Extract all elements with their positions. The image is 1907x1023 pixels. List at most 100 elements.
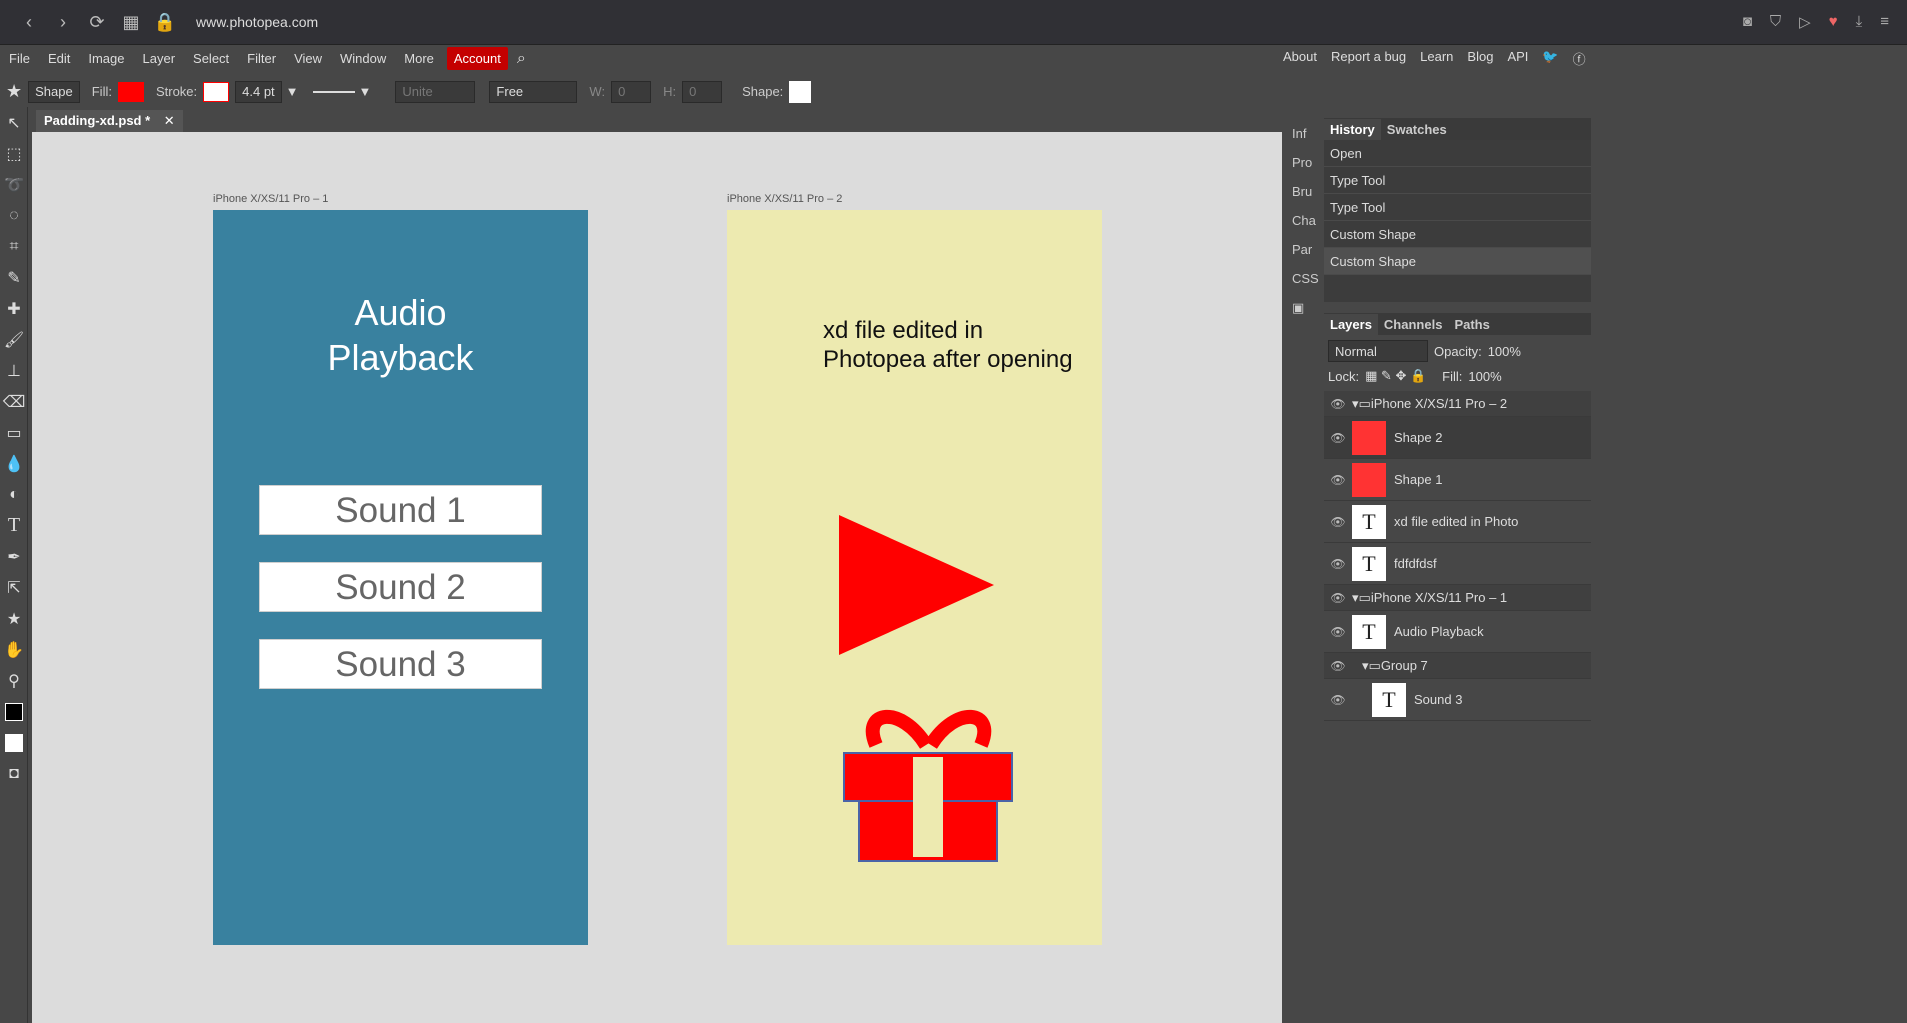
zoom-tool-icon[interactable]: ⚲	[0, 665, 28, 696]
menu-filter[interactable]: Filter	[238, 51, 285, 66]
stamp-tool-icon[interactable]: ⊥	[0, 355, 28, 386]
lasso-tool-icon[interactable]: ➰	[0, 169, 28, 200]
search-icon[interactable]: ⌕	[508, 50, 535, 68]
eye-icon[interactable]: 👁	[1324, 693, 1352, 707]
combine-select[interactable]: Unite	[395, 80, 476, 103]
menu-file[interactable]: File	[0, 51, 39, 66]
eye-icon[interactable]: 👁	[1324, 515, 1352, 529]
side-properties[interactable]: Pro	[1284, 148, 1324, 177]
tab-channels[interactable]: Channels	[1378, 314, 1449, 335]
layer-row[interactable]: 👁 Shape 2	[1324, 417, 1591, 459]
path-select-tool-icon[interactable]: ⇱	[0, 572, 28, 603]
account-button[interactable]: Account	[446, 47, 508, 70]
size-mode-select[interactable]: Free	[489, 80, 578, 103]
menu-image[interactable]: Image	[79, 51, 133, 66]
menu-select[interactable]: Select	[184, 51, 238, 66]
link-about[interactable]: About	[1283, 49, 1317, 68]
menu-edit[interactable]: Edit	[39, 51, 79, 66]
eyedropper-tool-icon[interactable]: ✎	[0, 262, 28, 293]
pen-tool-icon[interactable]: ✒	[0, 541, 28, 572]
shape-picker[interactable]	[789, 80, 812, 103]
shape-mode-select[interactable]: Shape	[28, 80, 80, 103]
tab-swatches[interactable]: Swatches	[1381, 119, 1453, 140]
eye-icon[interactable]: 👁	[1324, 591, 1352, 605]
side-character[interactable]: Cha	[1284, 206, 1324, 235]
type-tool-icon[interactable]: T	[0, 510, 28, 541]
tab-history[interactable]: History	[1324, 118, 1381, 140]
layer-group[interactable]: 👁 ▾▭ iPhone X/XS/11 Pro – 2	[1324, 391, 1591, 417]
apps-icon[interactable]: ▦	[114, 12, 148, 33]
eye-icon[interactable]: 👁	[1324, 473, 1352, 487]
image-icon[interactable]: ▣	[1284, 293, 1324, 322]
layer-row[interactable]: 👁 Tfdfdfdsf	[1324, 543, 1591, 585]
layer-row[interactable]: 👁 T Sound 3	[1324, 679, 1591, 721]
stroke-swatch[interactable]	[203, 81, 230, 102]
side-brush[interactable]: Bru	[1284, 177, 1324, 206]
fill-input[interactable]: 100%	[1468, 369, 1501, 384]
eye-icon[interactable]: 👁	[1324, 397, 1352, 411]
layer-group[interactable]: 👁 ▾▭ Group 7	[1324, 653, 1591, 679]
height-input[interactable]: 0	[682, 80, 723, 103]
eye-icon[interactable]: 👁	[1324, 431, 1352, 445]
hand-tool-icon[interactable]: ✋	[0, 634, 28, 665]
menu-window[interactable]: Window	[331, 51, 395, 66]
facebook-icon[interactable]: ⓕ	[1573, 49, 1586, 68]
camera-icon[interactable]: ◙	[1743, 13, 1752, 31]
shield-icon[interactable]: ⛉	[1770, 13, 1781, 31]
link-learn[interactable]: Learn	[1420, 49, 1453, 68]
marquee-tool-icon[interactable]: ⬚	[0, 138, 28, 169]
history-item[interactable]: Open	[1324, 140, 1591, 167]
link-blog[interactable]: Blog	[1467, 49, 1493, 68]
menu-more[interactable]: More	[395, 51, 443, 66]
blend-mode-select[interactable]: Normal	[1328, 340, 1428, 362]
history-item[interactable]: Custom Shape	[1324, 248, 1591, 275]
download-icon[interactable]: ⤓	[1856, 13, 1863, 31]
side-css[interactable]: CSS	[1284, 264, 1324, 293]
reload-icon[interactable]: ⟳	[80, 12, 114, 33]
history-item[interactable]: Type Tool	[1324, 194, 1591, 221]
eye-icon[interactable]: 👁	[1324, 625, 1352, 639]
gradient-tool-icon[interactable]: ▭	[0, 417, 28, 448]
heart-icon[interactable]: ♥	[1829, 13, 1838, 31]
eye-icon[interactable]: 👁	[1324, 557, 1352, 571]
eye-icon[interactable]: 👁	[1324, 659, 1352, 673]
artboard-2[interactable]: xd file edited in Photopea after opening	[727, 210, 1102, 945]
sound-1-button[interactable]: Sound 1	[259, 485, 542, 535]
sound-3-button[interactable]: Sound 3	[259, 639, 542, 689]
layer-row[interactable]: 👁 Txd file edited in Photo	[1324, 501, 1591, 543]
menu-view[interactable]: View	[285, 51, 331, 66]
close-icon[interactable]: ✕	[164, 113, 175, 128]
layer-row[interactable]: 👁 T Audio Playback	[1324, 611, 1591, 653]
quick-mask-icon[interactable]: ◘	[0, 758, 28, 789]
twitter-icon[interactable]: 🐦	[1542, 49, 1558, 68]
healing-tool-icon[interactable]: ✚	[0, 293, 28, 324]
eraser-tool-icon[interactable]: ⌫	[0, 386, 28, 417]
forward-icon[interactable]: ›	[46, 12, 80, 33]
shape-tool-icon[interactable]: ★	[0, 603, 28, 634]
menu-icon[interactable]: ≡	[1880, 13, 1889, 31]
sound-2-button[interactable]: Sound 2	[259, 562, 542, 612]
tab-paths[interactable]: Paths	[1448, 314, 1495, 335]
dropdown-icon[interactable]: ▼	[286, 84, 299, 99]
fill-swatch[interactable]	[117, 81, 144, 102]
brush-tool-icon[interactable]: 🖌	[0, 324, 28, 355]
stroke-style-select[interactable]	[312, 90, 355, 93]
dodge-tool-icon[interactable]: ◐	[0, 479, 28, 510]
stroke-width-input[interactable]: 4.4 pt	[235, 80, 282, 103]
back-icon[interactable]: ‹	[12, 12, 46, 33]
lock-icon[interactable]: ▦ ✎ ✥ 🔒	[1365, 368, 1426, 384]
menu-layer[interactable]: Layer	[134, 51, 185, 66]
document-tab[interactable]: Padding-xd.psd * ✕	[36, 110, 183, 132]
layer-row[interactable]: 👁 Shape 1	[1324, 459, 1591, 501]
side-info[interactable]: Inf	[1284, 119, 1324, 148]
quick-select-tool-icon[interactable]: ◌	[0, 200, 28, 231]
foreground-color-icon[interactable]	[0, 696, 28, 727]
address-bar[interactable]: www.photopea.com	[196, 14, 318, 30]
blur-tool-icon[interactable]: 💧	[0, 448, 28, 479]
tab-layers[interactable]: Layers	[1324, 313, 1378, 335]
dropdown-icon[interactable]: ▼	[359, 84, 372, 99]
opacity-input[interactable]: 100%	[1488, 344, 1521, 359]
send-icon[interactable]: ▷	[1799, 13, 1811, 31]
artboard-1[interactable]: Audio Playback Sound 1 Sound 2 Sound 3	[213, 210, 588, 945]
width-input[interactable]: 0	[611, 80, 652, 103]
